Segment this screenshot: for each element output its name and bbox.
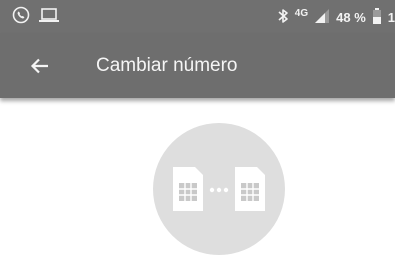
- bluetooth-icon: [277, 8, 289, 27]
- network-type-label: 4G: [294, 7, 309, 19]
- arrow-back-icon: [28, 58, 52, 82]
- change-number-illustration: [153, 123, 285, 255]
- sim-card-icon: [173, 167, 203, 211]
- dots-separator: [209, 187, 229, 193]
- app-bar: Cambiar número: [0, 34, 395, 98]
- back-button[interactable]: [28, 54, 52, 78]
- status-trailing-text: 1: [387, 9, 395, 25]
- sim-card-icon: [235, 167, 265, 211]
- status-bar: 4G 48 % 1: [0, 0, 395, 34]
- page-title: Cambiar número: [96, 55, 238, 76]
- battery-percent: 48 %: [336, 9, 366, 25]
- status-right-icons: 4G 48 % 1: [277, 7, 395, 27]
- whatsapp-call-icon: [12, 6, 30, 29]
- laptop-icon: [38, 6, 60, 29]
- signal-icon: [314, 8, 330, 27]
- status-left-icons: [12, 6, 60, 29]
- battery-icon: [372, 7, 382, 27]
